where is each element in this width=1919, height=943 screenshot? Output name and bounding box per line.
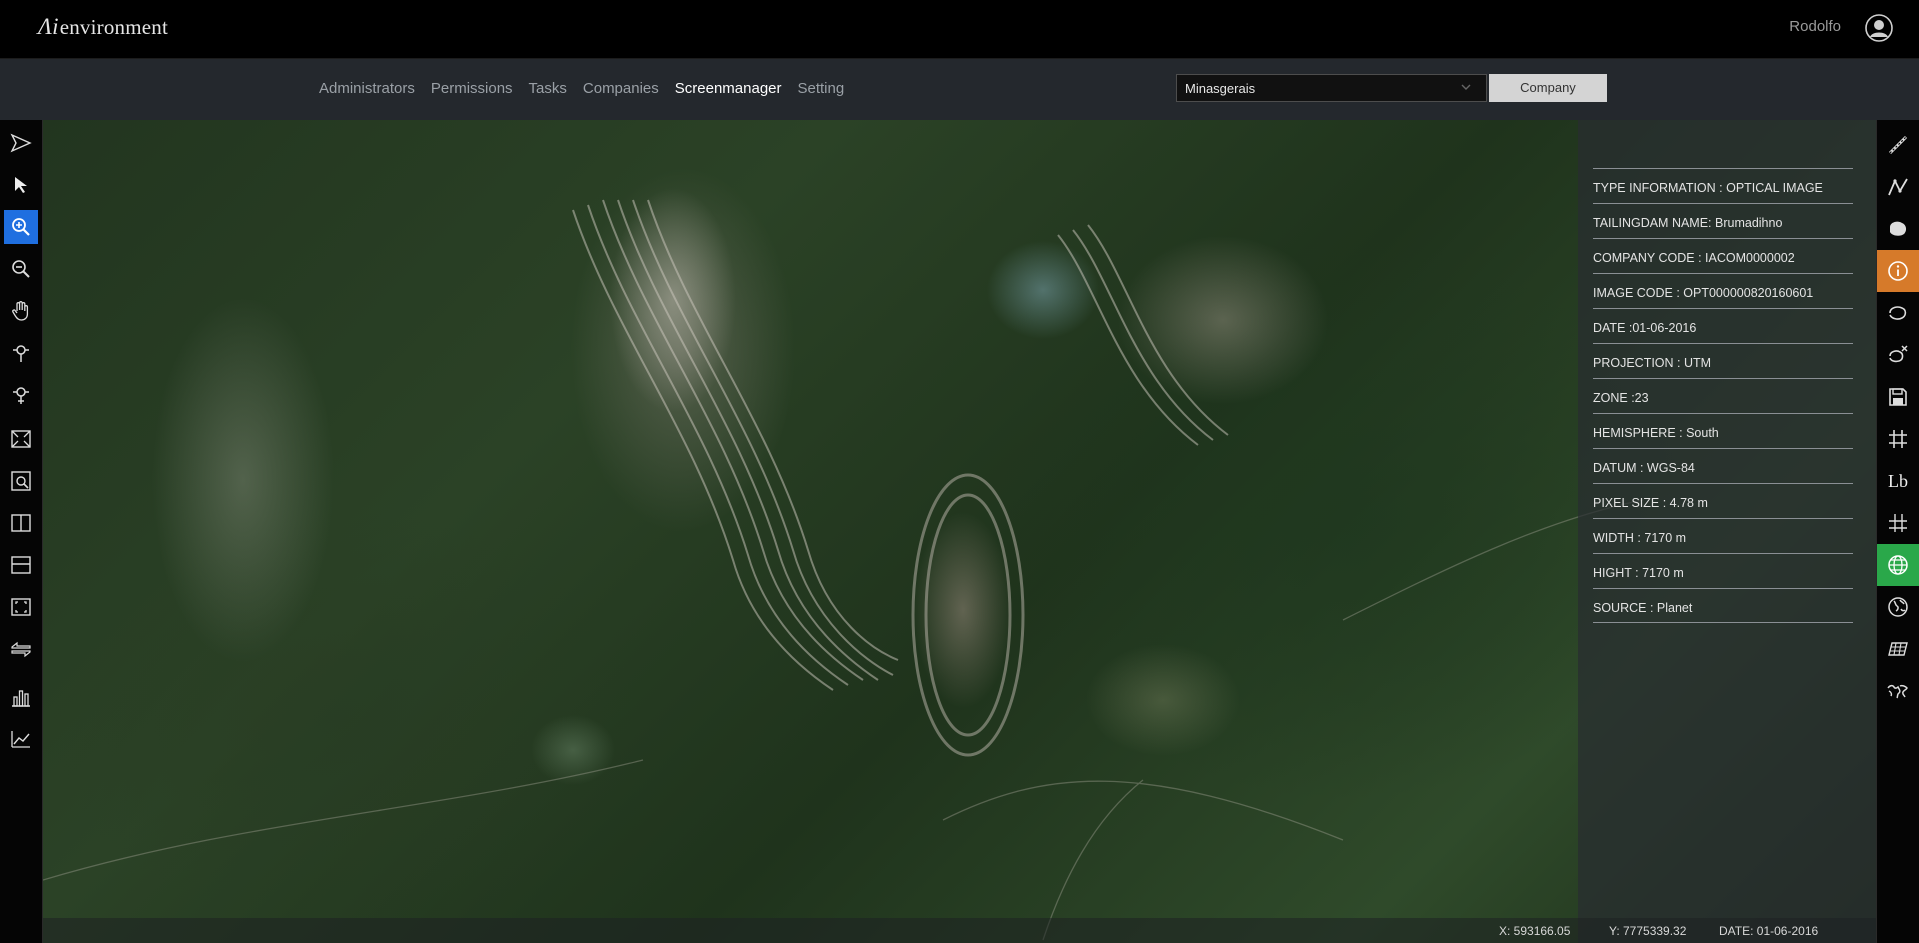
info-icon[interactable] bbox=[1877, 250, 1919, 292]
site-select[interactable]: Minasgerais bbox=[1176, 74, 1487, 102]
right-toolbar: Lb bbox=[1876, 120, 1919, 943]
zoom-out-icon[interactable] bbox=[4, 252, 38, 286]
clear-shape-icon[interactable] bbox=[1877, 334, 1919, 376]
info-height: HIGHT : 7170 m bbox=[1593, 553, 1853, 588]
freehand-icon[interactable] bbox=[1877, 292, 1919, 334]
nav-item-setting[interactable]: Setting bbox=[798, 80, 845, 97]
polyline-icon[interactable] bbox=[1877, 166, 1919, 208]
user-avatar-icon[interactable] bbox=[1865, 14, 1893, 42]
logo-text: environment bbox=[59, 15, 169, 39]
globe-icon[interactable] bbox=[1877, 586, 1919, 628]
info-date: DATE :01-06-2016 bbox=[1593, 308, 1853, 343]
nav-item-tasks[interactable]: Tasks bbox=[529, 80, 567, 97]
bar-chart-icon[interactable] bbox=[4, 680, 38, 714]
polygon-fill-icon[interactable] bbox=[1877, 208, 1919, 250]
info-image-code: IMAGE CODE : OPT000000820160601 bbox=[1593, 273, 1853, 308]
label-tool-text: Lb bbox=[1888, 470, 1908, 491]
info-tailingdam-name: TAILINGDAM NAME: Brumadihno bbox=[1593, 203, 1853, 238]
pin-add-icon[interactable] bbox=[4, 336, 38, 370]
info-width: WIDTH : 7170 m bbox=[1593, 518, 1853, 553]
fullscreen-icon[interactable] bbox=[4, 590, 38, 624]
image-info-list: TYPE INFORMATION : OPTICAL IMAGE TAILING… bbox=[1593, 168, 1853, 623]
save-icon[interactable] bbox=[1877, 376, 1919, 418]
info-pixel-size: PIXEL SIZE : 4.78 m bbox=[1593, 483, 1853, 518]
top-bar: Λienvironment Rodolfo bbox=[0, 0, 1919, 59]
pointer-icon[interactable] bbox=[4, 168, 38, 202]
nav-item-administrators[interactable]: Administrators bbox=[319, 80, 415, 97]
x-coordinate: X: 593166.05 bbox=[1499, 924, 1571, 938]
graticule-icon[interactable] bbox=[1877, 502, 1919, 544]
company-button[interactable]: Company bbox=[1489, 74, 1607, 102]
map-view[interactable]: TYPE INFORMATION : OPTICAL IMAGE TAILING… bbox=[43, 120, 1877, 943]
info-company-code: COMPANY CODE : IACOM0000002 bbox=[1593, 238, 1853, 273]
main-nav: Administrators Permissions Tasks Compani… bbox=[319, 80, 860, 97]
nav-item-permissions[interactable]: Permissions bbox=[431, 80, 513, 97]
info-zone: ZONE :23 bbox=[1593, 378, 1853, 413]
zoom-to-layer-icon[interactable] bbox=[4, 464, 38, 498]
user-name[interactable]: Rodolfo bbox=[1789, 18, 1841, 35]
nav-item-screenmanager[interactable]: Screenmanager bbox=[675, 80, 782, 97]
zoom-in-icon[interactable] bbox=[4, 210, 38, 244]
info-projection: PROJECTION : UTM bbox=[1593, 343, 1853, 378]
nav-bar: Administrators Permissions Tasks Compani… bbox=[0, 59, 1919, 120]
coordinate-status-bar: X: 593166.05 Y: 7775339.32 DATE: 01-06-2… bbox=[43, 918, 1877, 943]
split-vertical-icon[interactable] bbox=[4, 506, 38, 540]
ruler-icon[interactable] bbox=[1877, 124, 1919, 166]
world-map-icon[interactable] bbox=[1877, 670, 1919, 712]
app-logo[interactable]: Λienvironment bbox=[38, 14, 168, 40]
y-coordinate: Y: 7775339.32 bbox=[1609, 924, 1687, 938]
chevron-down-icon bbox=[1461, 84, 1471, 90]
info-datum: DATUM : WGS-84 bbox=[1593, 448, 1853, 483]
logo-prefix: Λi bbox=[38, 14, 59, 39]
image-info-panel: TYPE INFORMATION : OPTICAL IMAGE TAILING… bbox=[1578, 120, 1877, 943]
line-chart-icon[interactable] bbox=[4, 722, 38, 756]
label-icon[interactable]: Lb bbox=[1877, 460, 1919, 502]
info-hemisphere: HEMISPHERE : South bbox=[1593, 413, 1853, 448]
info-source: SOURCE : Planet bbox=[1593, 588, 1853, 623]
pin-remove-icon[interactable] bbox=[4, 378, 38, 412]
left-toolbar bbox=[0, 120, 43, 943]
nav-item-companies[interactable]: Companies bbox=[583, 80, 659, 97]
grid-icon[interactable] bbox=[1877, 418, 1919, 460]
globe-grid-icon[interactable] bbox=[1877, 544, 1919, 586]
site-select-value: Minasgerais bbox=[1185, 81, 1256, 96]
layers-icon[interactable] bbox=[1877, 628, 1919, 670]
status-date: DATE: 01-06-2016 bbox=[1719, 924, 1819, 938]
pan-hand-icon[interactable] bbox=[4, 294, 38, 328]
info-type: TYPE INFORMATION : OPTICAL IMAGE bbox=[1593, 168, 1853, 203]
full-extent-icon[interactable] bbox=[4, 422, 38, 456]
swipe-icon[interactable] bbox=[4, 632, 38, 666]
send-arrow-icon[interactable] bbox=[4, 126, 38, 160]
split-horizontal-icon[interactable] bbox=[4, 548, 38, 582]
